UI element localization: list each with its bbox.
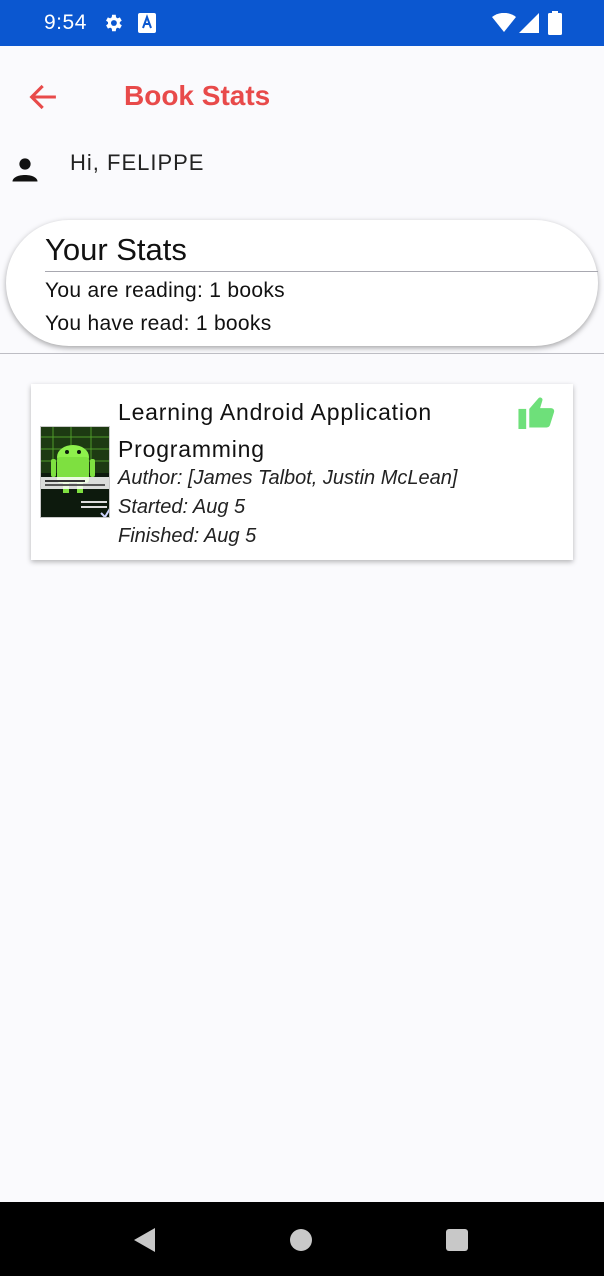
- accessibility-a-icon: [138, 13, 156, 33]
- stats-card: Your Stats You are reading: 1 books You …: [6, 220, 598, 346]
- read-count: You have read: 1 books: [45, 312, 272, 335]
- section-divider: [0, 353, 604, 354]
- battery-icon: [548, 11, 562, 35]
- home-circle-icon[interactable]: [289, 1228, 313, 1252]
- wifi-icon: [492, 13, 516, 32]
- page-title: Book Stats: [124, 80, 271, 111]
- stats-divider: [45, 271, 598, 272]
- book-title: Learning Android Application Programming: [118, 399, 432, 462]
- status-time: 9:54: [44, 11, 87, 34]
- back-triangle-icon[interactable]: [133, 1227, 157, 1253]
- reading-count: You are reading: 1 books: [45, 279, 285, 302]
- settings-gear-icon: [106, 14, 122, 32]
- back-arrow-icon[interactable]: [26, 80, 60, 114]
- recents-square-icon[interactable]: [445, 1228, 469, 1252]
- greeting-text: Hi, FELIPPE: [70, 150, 205, 175]
- person-icon: [12, 158, 38, 182]
- book-cover-image: [40, 426, 110, 518]
- book-author: Author: [James Talbot, Justin McLean]: [118, 467, 458, 489]
- cell-signal-icon: [519, 13, 539, 33]
- stats-title: Your Stats: [45, 232, 187, 267]
- thumbs-up-icon[interactable]: [518, 395, 556, 429]
- android-robot-cover-art: [41, 427, 109, 517]
- book-card[interactable]: Learning Android Application Programming…: [31, 384, 573, 560]
- book-finished-date: Finished: Aug 5: [118, 525, 257, 547]
- status-bar: 9:54: [0, 0, 604, 46]
- book-started-date: Started: Aug 5: [118, 496, 246, 518]
- system-navigation-bar: [0, 1202, 604, 1276]
